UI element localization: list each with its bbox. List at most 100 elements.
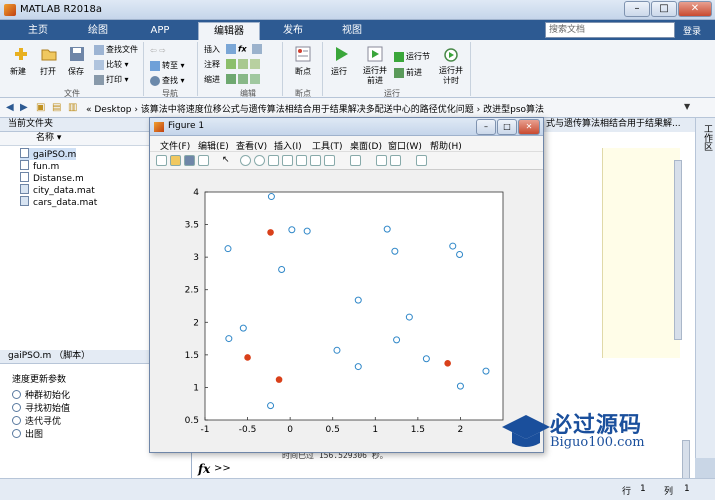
x-tick-label: 1.5	[411, 425, 425, 435]
ribbon-body: 新建 打开 保存 查找文件 比较 ▾ 打印 ▾ 文件 ⇦ ⇨ 转至 ▾ 查找 ▾…	[0, 40, 715, 98]
brush-icon[interactable]	[310, 155, 321, 166]
indent-tools-icon[interactable]	[226, 74, 262, 84]
save-icon	[68, 45, 86, 63]
file-name: Distanse.m	[33, 174, 84, 184]
menu-tools[interactable]: 工具(T)	[312, 139, 343, 152]
path-dropdown-icon[interactable]: ▼	[684, 102, 690, 111]
window-title: MATLAB R2018a	[20, 4, 103, 15]
figure-minimize-button[interactable]: –	[476, 119, 496, 135]
section-item[interactable]: 种群初始化	[12, 388, 70, 401]
file-name: fun.m	[33, 162, 60, 172]
link-icon[interactable]	[324, 155, 335, 166]
advance-button[interactable]: 前进	[394, 67, 422, 78]
file-item[interactable]: city_data.mat	[20, 184, 95, 196]
details-title: 速度更新参数	[12, 375, 67, 385]
ribbon-separator	[322, 42, 323, 96]
run-button[interactable]: 运行	[331, 66, 347, 77]
dock-icon[interactable]	[416, 155, 427, 166]
save-figure-icon[interactable]	[184, 155, 195, 166]
close-button[interactable]: ✕	[678, 1, 712, 17]
browse-folder-icon[interactable]: ▣	[36, 102, 45, 113]
new-figure-icon[interactable]	[156, 155, 167, 166]
menu-edit[interactable]: 编辑(E)	[198, 139, 229, 152]
figure-title-bar[interactable]: Figure 1 – □ ✕	[150, 118, 543, 136]
edit-tools-icon[interactable]: fx	[226, 44, 264, 54]
x-tick-label: -1	[201, 425, 210, 435]
section-item[interactable]: 迭代寻优	[12, 414, 61, 427]
scatter-chart[interactable]: -1 -0.5 0 0.5 1 1.5 2 0.5 1 1.5 2 2.5 3 3.5 4	[150, 170, 543, 452]
zoom-out-icon[interactable]	[254, 155, 265, 166]
menu-insert[interactable]: 插入(I)	[274, 139, 302, 152]
menu-view[interactable]: 查看(V)	[236, 139, 267, 152]
find-files-button[interactable]: 查找文件	[94, 44, 138, 55]
tab-home[interactable]: 主页	[14, 22, 62, 40]
section-icon	[12, 403, 21, 412]
file-item[interactable]: Distanse.m	[20, 172, 84, 184]
m-file-icon	[20, 172, 29, 182]
save-button[interactable]: 保存	[68, 66, 84, 77]
watermark: 必过源码 Biguo100.com	[500, 405, 715, 460]
editor-tab[interactable]: 式与遗传算法相结合用于结果解...	[542, 118, 715, 132]
colorbar-icon[interactable]	[350, 155, 361, 166]
run-advance-button[interactable]: 运行并前进	[362, 66, 388, 86]
find-button[interactable]: 查找 ▾	[150, 75, 185, 86]
up-folder-icon[interactable]: ▤	[52, 102, 61, 113]
figure-maximize-button[interactable]: □	[497, 119, 517, 135]
menu-file[interactable]: 文件(F)	[160, 139, 190, 152]
plot-area[interactable]: -1 -0.5 0 0.5 1 1.5 2 0.5 1 1.5 2 2.5 3 3.5 4	[150, 170, 543, 452]
insert-button[interactable]: 插入	[204, 44, 220, 55]
x-tick-label: 1	[372, 425, 378, 435]
minimize-button[interactable]: –	[624, 1, 650, 17]
print-icon	[94, 74, 104, 85]
figure-window[interactable]: Figure 1 – □ ✕ 文件(F) 编辑(E) 查看(V) 插入(I) 工…	[149, 117, 544, 453]
breakpoints-button[interactable]: 断点	[295, 66, 311, 77]
forward-arrow-icon[interactable]: ▶	[20, 102, 28, 113]
print-button[interactable]: 打印 ▾	[94, 74, 129, 85]
figure-close-button[interactable]: ✕	[518, 119, 540, 135]
login-link[interactable]: 登录	[683, 24, 701, 37]
comment-tools-icon[interactable]	[226, 59, 262, 69]
command-prompt[interactable]: >>	[214, 463, 231, 474]
run-time-button[interactable]: 运行并计时	[438, 66, 464, 86]
run-section-button[interactable]: 运行节	[394, 51, 430, 62]
breadcrumb[interactable]: « Desktop › 该算法中将速度位移公式与遗传算法相结合用于结果解决多配送…	[86, 102, 544, 115]
zoom-in-icon[interactable]	[240, 155, 251, 166]
maximize-button[interactable]: □	[651, 1, 677, 17]
goto-button[interactable]: 转至 ▾	[150, 60, 185, 71]
fx-icon: fx	[238, 44, 247, 54]
section-item[interactable]: 出图	[12, 427, 43, 440]
tab-view[interactable]: 视图	[326, 22, 378, 40]
legend-icon[interactable]	[376, 155, 387, 166]
menu-help[interactable]: 帮助(H)	[430, 139, 462, 152]
file-item[interactable]: cars_data.mat	[20, 196, 97, 208]
indent-button[interactable]: 缩进	[204, 74, 220, 85]
new-button[interactable]: 新建	[10, 66, 26, 77]
new-icon	[12, 45, 30, 63]
row-label: 行	[622, 487, 632, 497]
section-item[interactable]: 寻找初始值	[12, 401, 70, 414]
file-item[interactable]: gaiPSO.m	[20, 148, 77, 160]
editor-scrollbar[interactable]	[674, 160, 682, 340]
x-tick-label: 0	[287, 425, 293, 435]
menu-window[interactable]: 窗口(W)	[388, 139, 422, 152]
open-file-icon[interactable]	[170, 155, 181, 166]
fx-icon[interactable]: fx	[198, 462, 210, 476]
comment-button[interactable]: 注释	[204, 59, 220, 70]
tab-editor[interactable]: 编辑器	[198, 22, 260, 40]
rotate-icon[interactable]	[282, 155, 293, 166]
file-item[interactable]: fun.m	[20, 160, 59, 172]
data-cursor-icon[interactable]	[296, 155, 307, 166]
open-button[interactable]: 打开	[40, 66, 56, 77]
tab-publish[interactable]: 发布	[266, 22, 320, 40]
print-figure-icon[interactable]	[198, 155, 209, 166]
menu-desktop[interactable]: 桌面(D)	[350, 139, 382, 152]
back-arrow-icon[interactable]: ◀	[6, 102, 14, 113]
pointer-icon[interactable]: ↖	[222, 155, 233, 166]
search-docs-input[interactable]: 搜索文档	[545, 22, 675, 38]
tab-plots[interactable]: 绘图	[72, 22, 124, 40]
pan-icon[interactable]	[268, 155, 279, 166]
compare-button[interactable]: 比较 ▾	[94, 59, 129, 70]
hide-tools-icon[interactable]	[390, 155, 401, 166]
insert-section-icon	[226, 44, 236, 54]
tab-apps[interactable]: APP	[134, 22, 186, 40]
